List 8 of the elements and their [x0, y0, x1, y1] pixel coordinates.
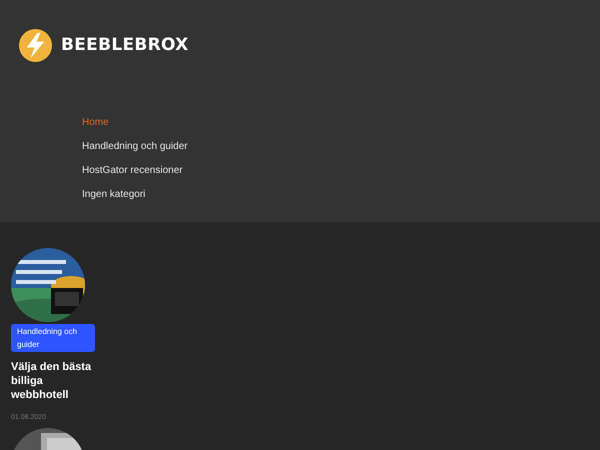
lightning-logo-icon	[18, 28, 53, 63]
menu-link[interactable]: HostGator recensioner	[82, 164, 183, 178]
menu-link[interactable]: Handledning och guider	[82, 140, 188, 154]
site-name: BEEBLEBROX	[61, 34, 189, 57]
menu-link[interactable]: Ingen kategori	[82, 188, 146, 202]
category-tag[interactable]: Handledning och guider	[11, 324, 95, 352]
post-title[interactable]: Välja den bästa billiga webbhotell	[11, 360, 99, 402]
menu-link[interactable]: Home	[82, 116, 109, 130]
